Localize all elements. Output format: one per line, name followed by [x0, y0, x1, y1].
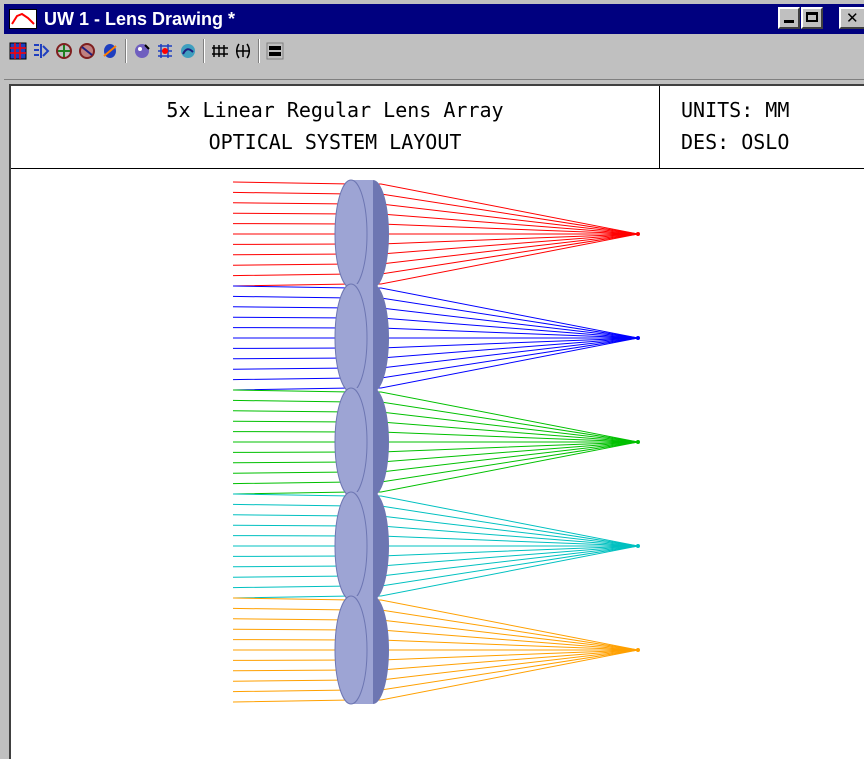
focal-point: [636, 232, 640, 236]
close-icon: ✕: [846, 9, 859, 27]
drawing-canvas[interactable]: 5x Linear Regular Lens Array OPTICAL SYS…: [9, 84, 864, 759]
grid-icon[interactable]: [8, 41, 28, 61]
lens-element: [334, 491, 389, 601]
maximize-icon: [806, 12, 818, 22]
minimize-button[interactable]: [778, 7, 800, 29]
solid-3d-icon[interactable]: [77, 41, 97, 61]
toolbar-separator: [203, 39, 205, 63]
lens-element: [334, 179, 389, 289]
title-bar[interactable]: UW 1 - Lens Drawing * ✕: [4, 4, 864, 34]
lens-drawing-window: UW 1 - Lens Drawing * ✕ 5x Linear Regula…: [0, 0, 864, 759]
ray-bundles: [232, 181, 640, 703]
focal-point: [636, 648, 640, 652]
focal-point: [636, 336, 640, 340]
close-button[interactable]: ✕: [839, 7, 864, 29]
lens-array: [334, 179, 389, 705]
lens-element: [334, 283, 389, 393]
maximize-button[interactable]: [801, 7, 823, 29]
lens-element: [334, 595, 389, 705]
shaded-lens-icon[interactable]: [100, 41, 120, 61]
spot-diagram-icon[interactable]: [132, 41, 152, 61]
lens-array-plot[interactable]: [11, 86, 864, 759]
toolbar: [4, 35, 864, 80]
opc-icon[interactable]: [265, 41, 285, 61]
field-curve-icon[interactable]: [210, 41, 230, 61]
toolbar-separator: [125, 39, 127, 63]
focal-point: [636, 544, 640, 548]
mtf-icon[interactable]: [178, 41, 198, 61]
lens-layout-icon[interactable]: [31, 41, 51, 61]
minimize-icon: [784, 20, 794, 23]
graph-line-icon[interactable]: [9, 9, 37, 29]
aberration-icon[interactable]: [233, 41, 253, 61]
3d-ray-icon[interactable]: [54, 41, 74, 61]
wavefront-icon[interactable]: [155, 41, 175, 61]
focal-point: [636, 440, 640, 444]
toolbar-separator: [258, 39, 260, 63]
lens-element: [334, 387, 389, 497]
window-title: UW 1 - Lens Drawing *: [44, 9, 236, 29]
